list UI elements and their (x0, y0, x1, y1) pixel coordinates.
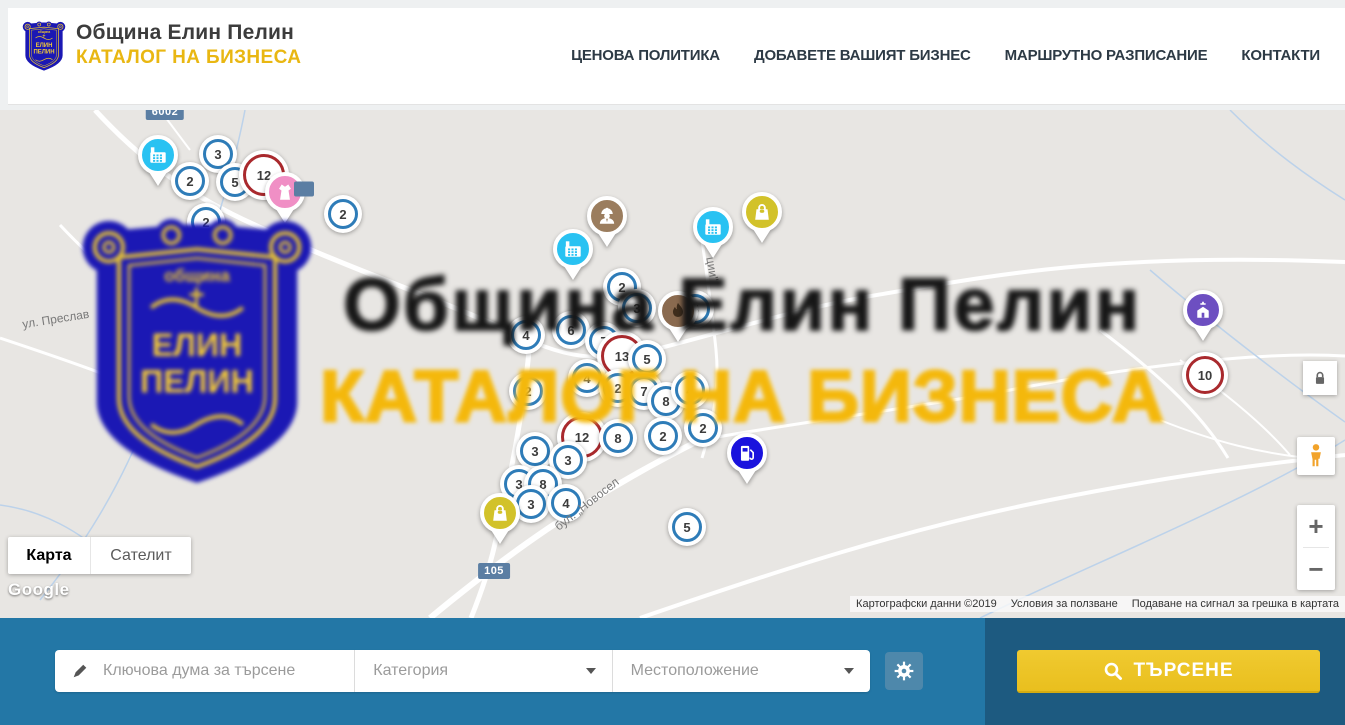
cluster-count: 3 (531, 444, 538, 459)
nav-route-schedule[interactable]: МАРШРУТНО РАЗПИСАНИЕ (1005, 47, 1208, 64)
zoom-control: + − (1297, 505, 1335, 590)
category-select-value: Категория (355, 662, 585, 680)
map-cluster-marker[interactable]: 10 (1182, 352, 1228, 398)
attribution-copyright: Картографски данни ©2019 (856, 598, 997, 610)
road-number-badge (294, 182, 314, 197)
map-pin-worker[interactable] (587, 196, 627, 250)
location-select-value: Местоположение (613, 662, 844, 680)
cluster-count: 6 (567, 323, 574, 338)
map-type-control: Карта Сателит (8, 537, 191, 574)
zoom-in-button[interactable]: + (1297, 505, 1335, 547)
cluster-count: 8 (614, 431, 621, 446)
municipality-logo-icon[interactable] (22, 16, 66, 78)
factory-icon (693, 207, 733, 247)
flame-icon (658, 291, 698, 331)
location-select[interactable]: Местоположение (613, 650, 870, 692)
cluster-count: 2 (339, 207, 346, 222)
cluster-count: 4 (522, 328, 529, 343)
map-markers: 325122223564713542278412822333834510 600… (0, 110, 1345, 618)
search-button[interactable]: ТЪРСЕНЕ (1017, 650, 1320, 693)
site-title: Община Елин Пелин (76, 20, 301, 45)
cluster-count: 2 (659, 429, 666, 444)
map-pin-flame[interactable] (658, 291, 698, 345)
cluster-count: 10 (1198, 368, 1212, 383)
nav-pricing[interactable]: ЦЕНОВА ПОЛИТИКА (571, 47, 720, 64)
map-pin-bag[interactable] (480, 493, 520, 547)
keyword-search-input[interactable] (101, 661, 354, 681)
category-select[interactable]: Категория (355, 650, 612, 692)
road-number-badge: 6002 (146, 110, 184, 120)
cluster-count: 5 (643, 352, 650, 367)
cluster-count: 2 (186, 174, 193, 189)
nav-add-business[interactable]: ДОБАВЕТЕ ВАШИЯТ БИЗНЕС (754, 47, 971, 64)
road-number-badge: 105 (478, 563, 510, 579)
site-subtitle: КАТАЛОГ НА БИЗНЕСА (76, 47, 301, 70)
map-type-satellite-button[interactable]: Сателит (90, 537, 191, 574)
cluster-count: 2 (524, 384, 531, 399)
search-bar: Категория Местоположение (0, 618, 1345, 725)
zoom-out-button[interactable]: − (1297, 548, 1335, 590)
main-nav: ЦЕНОВА ПОЛИТИКА ДОБАВЕТЕ ВАШИЯТ БИЗНЕС М… (571, 0, 1320, 110)
map-pin-factory[interactable] (693, 207, 733, 261)
street-label: ул. Преслав (21, 307, 90, 331)
cluster-count: 5 (231, 175, 238, 190)
attribution-report-link[interactable]: Подаване на сигнал за грешка в картата (1132, 598, 1339, 610)
keyword-section (55, 650, 355, 692)
bag-icon (480, 493, 520, 533)
pegman-control[interactable] (1297, 437, 1335, 475)
cluster-count: 3 (633, 301, 640, 316)
church-icon (1183, 290, 1223, 330)
cluster-count: 3 (564, 453, 571, 468)
map-attribution: Картографски данни ©2019 Условия за полз… (850, 596, 1345, 612)
bag-icon (742, 192, 782, 232)
map-cluster-marker[interactable]: 4 (671, 371, 709, 409)
map-pin-church[interactable] (1183, 290, 1223, 344)
lock-button[interactable] (1303, 361, 1337, 395)
search-button-label: ТЪРСЕНЕ (1133, 660, 1233, 682)
chevron-down-icon (586, 668, 596, 674)
cluster-count: 2 (699, 421, 706, 436)
cluster-count: 8 (662, 394, 669, 409)
attribution-terms-link[interactable]: Условия за ползване (1011, 598, 1118, 610)
map-pin-bag[interactable] (742, 192, 782, 246)
cluster-count: 4 (686, 383, 693, 398)
pegman-icon (1305, 443, 1327, 469)
map-canvas[interactable]: 325122223564713542278412822333834510 600… (0, 110, 1345, 618)
lock-icon (1311, 369, 1329, 387)
fuel-icon (727, 433, 767, 473)
map-pin-factory[interactable] (138, 135, 178, 189)
map-cluster-marker[interactable]: 5 (668, 508, 706, 546)
chevron-down-icon (844, 668, 854, 674)
search-icon (1103, 661, 1123, 681)
gear-icon (893, 660, 915, 682)
brand: Община Елин Пелин КАТАЛОГ НА БИЗНЕСА (76, 20, 301, 70)
cluster-count: 3 (527, 497, 534, 512)
map-cluster-marker[interactable]: 3 (618, 289, 656, 327)
map-cluster-marker[interactable]: 2 (684, 409, 722, 447)
map-cluster-marker[interactable]: 8 (599, 419, 637, 457)
pencil-icon (71, 662, 89, 680)
map-cluster-marker[interactable]: 2 (644, 417, 682, 455)
cluster-count: 2 (614, 381, 621, 396)
nav-contacts[interactable]: КОНТАКТИ (1241, 47, 1320, 64)
search-input-group: Категория Местоположение (55, 650, 870, 692)
cluster-count: 5 (683, 520, 690, 535)
cluster-count: 2 (202, 215, 209, 230)
worker-icon (587, 196, 627, 236)
factory-icon (138, 135, 178, 175)
cluster-count: 3 (214, 147, 221, 162)
google-logo[interactable]: Google (8, 580, 70, 600)
map-cluster-marker[interactable]: 4 (507, 316, 545, 354)
map-cluster-marker[interactable]: 2 (324, 195, 362, 233)
advanced-settings-button[interactable] (885, 652, 923, 690)
map-pin-fuel[interactable] (727, 433, 767, 487)
cluster-count: 13 (615, 349, 629, 364)
map-cluster-marker[interactable]: 2 (187, 203, 225, 241)
map-pin-clothes[interactable] (265, 172, 305, 226)
cluster-count: 4 (583, 371, 590, 386)
page: Община Елин Пелин КАТАЛОГ НА БИЗНЕСА ЦЕН… (0, 0, 1345, 725)
map-cluster-marker[interactable]: 2 (509, 372, 547, 410)
header: Община Елин Пелин КАТАЛОГ НА БИЗНЕСА ЦЕН… (0, 0, 1345, 110)
map-type-map-button[interactable]: Карта (8, 537, 90, 574)
